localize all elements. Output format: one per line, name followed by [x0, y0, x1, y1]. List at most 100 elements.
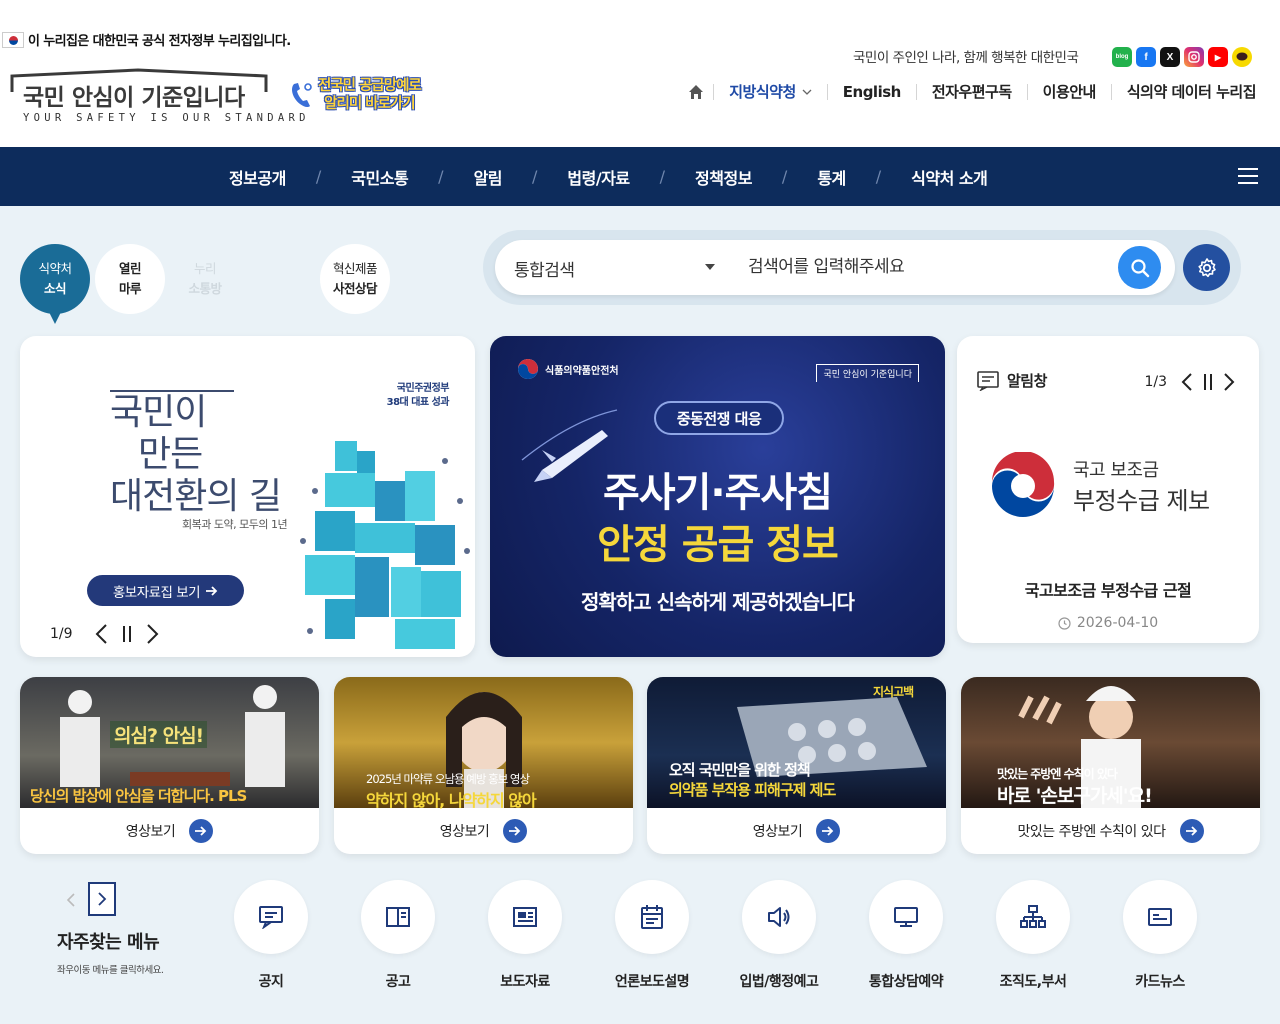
quick-menu-label: 통합상담예약 — [868, 974, 944, 990]
next-icon[interactable] — [1221, 372, 1237, 392]
quick-menu-label: 카드뉴스 — [1135, 974, 1185, 990]
video4-title: 맛있는 주방엔 수칙이 있다 — [997, 767, 1118, 781]
logo-text: 국민 안심이 기준입니다 — [23, 85, 245, 111]
notice-header: 알림창 — [977, 370, 1047, 391]
tab-label-line2: 사전상담 — [332, 281, 378, 296]
usage-guide-link[interactable]: 이용안내 — [1026, 84, 1111, 100]
gnb-item-news[interactable]: 알림 — [474, 165, 503, 189]
quick-menu-press-explanation[interactable]: 언론보도설명 — [592, 880, 712, 991]
english-link[interactable]: English — [826, 84, 916, 100]
quick-menu-label: 공지 — [258, 974, 284, 990]
video3-tag: 지식고백 — [873, 685, 914, 699]
utility-nav: 지방식약청 English 전자우편구독 이용안내 식의약 데이터 누리집 — [687, 79, 1257, 105]
quick-menu-notice[interactable]: 공지 — [211, 880, 331, 991]
quick-menu-label: 조직도,부서 — [999, 974, 1067, 990]
video1-caption-label: 영상보기 — [125, 824, 176, 840]
notice-date-value: 2026-04-10 — [1076, 615, 1159, 631]
quick-menu-announcement[interactable]: 공고 — [338, 880, 458, 991]
arrow-circle-icon[interactable] — [816, 819, 841, 843]
promo1-corner-line1: 국민주권정부 — [396, 383, 450, 394]
quick-menu-label: 언론보도설명 — [614, 974, 690, 990]
video2-caption-label: 영상보기 — [439, 824, 490, 840]
tab-innovation-consult[interactable]: 혁신제품 사전상담 — [320, 244, 390, 314]
video-caption: 맛있는 주방엔 수칙이 있다 — [961, 808, 1260, 854]
pause-icon[interactable] — [1203, 373, 1213, 391]
notice-title[interactable]: 국고보조금 부정수급 근절 — [957, 577, 1259, 601]
youtube-icon[interactable]: ▶ — [1208, 47, 1228, 67]
data-portal-link[interactable]: 식의약 데이터 누리집 — [1110, 84, 1257, 100]
quick-menu-press-release[interactable]: 보도자료 — [465, 880, 585, 991]
arrow-circle-icon[interactable] — [1179, 819, 1204, 843]
gnb-item-info[interactable]: 정보공개 — [229, 165, 286, 189]
promo2-tag: 중동전쟁 대응 — [654, 401, 784, 435]
gnb-item-policy[interactable]: 정책정보 — [695, 165, 752, 189]
search-settings-button[interactable] — [1183, 244, 1230, 291]
video3-title: 오직 국민만을 위한 정책 — [669, 761, 811, 779]
blog-icon[interactable]: blog — [1112, 47, 1132, 67]
next-menu-button[interactable] — [88, 882, 116, 916]
video-card-3[interactable]: 지식고백 오직 국민만을 위한 정책 의약품 부작용 피해구제 제도 영상보기 — [647, 677, 946, 854]
prev-icon[interactable] — [1179, 372, 1195, 392]
regional-office-dropdown[interactable]: 지방식약청 — [713, 84, 827, 100]
facebook-icon[interactable]: f — [1136, 47, 1156, 67]
caret-down-icon[interactable] — [705, 264, 715, 270]
notice-image-text: 국고 보조금 부정수급 제보 — [1073, 456, 1210, 516]
gov-banner-text: 이 누리집은 대한민국 공식 전자정부 누리집입니다. — [28, 34, 291, 49]
prev-icon[interactable] — [93, 623, 113, 645]
site-logo[interactable]: 국민 안심이 기준입니다 YOUR SAFETY IS OUR STANDARD — [10, 68, 305, 126]
video-card-2[interactable]: 2025년 마약류 오남용 예방 홍보 영상 약하지 않아, 나약하지 않아 영… — [334, 677, 633, 854]
gnb-item-about[interactable]: 식약처 소개 — [911, 165, 988, 189]
org-chart-icon — [996, 880, 1070, 954]
gnb-separator: / — [875, 167, 882, 186]
search-box: 통합검색 — [495, 240, 1175, 295]
gnb-item-laws[interactable]: 법령/자료 — [567, 165, 630, 189]
kakaotalk-icon[interactable] — [1232, 47, 1252, 67]
notice-icon — [234, 880, 308, 954]
quick-menu-card-news[interactable]: 카드뉴스 — [1100, 880, 1220, 991]
hamburger-menu-icon[interactable] — [1238, 167, 1258, 185]
quick-menu-org-chart[interactable]: 조직도,부서 — [973, 880, 1093, 991]
promo2-org: 식품의약품안전처 — [517, 358, 619, 380]
video-card-4[interactable]: 맛있는 주방엔 수칙이 있다 바로 '손보구가세'요! 맛있는 주방엔 수칙이 … — [961, 677, 1260, 854]
tab-label-line2: 소식 — [43, 281, 67, 296]
tab-mfds-news[interactable]: 식약처 소식 — [20, 244, 90, 324]
gnb-item-communication[interactable]: 국민소통 — [351, 165, 408, 189]
search-icon — [1130, 258, 1149, 277]
home-icon[interactable] — [687, 83, 705, 101]
chevron-left-icon[interactable] — [66, 893, 76, 907]
arrow-circle-icon[interactable] — [503, 819, 528, 843]
tab-label-line1: 열린 — [118, 261, 142, 276]
email-subscribe-link[interactable]: 전자우편구독 — [915, 84, 1027, 100]
video2-title: 2025년 마약류 오남용 예방 홍보 영상 — [366, 772, 530, 786]
search-category-select[interactable]: 통합검색 — [514, 256, 575, 281]
search-button[interactable] — [1118, 246, 1161, 289]
notice-board-icon — [977, 370, 999, 391]
x-icon[interactable]: X — [1160, 47, 1180, 67]
quick-menu-consult-booking[interactable]: 통합상담예약 — [846, 880, 966, 991]
gear-icon — [1197, 257, 1216, 277]
video-thumbnail: 지식고백 오직 국민만을 위한 정책 의약품 부작용 피해구제 제도 — [647, 677, 946, 808]
notice-card[interactable]: 알림창 1/3 국고 보조금 부정수급 제보 국고보조금 부정수급 근절 202… — [957, 336, 1259, 643]
gnb-item-stats[interactable]: 통계 — [817, 165, 846, 189]
promo-card-achievements[interactable]: 국민이 만든 대전환의 길 회복과 도약, 모두의 1년 국민주권정부 38대 … — [20, 336, 475, 657]
frequent-menu-title: 자주찾는 메뉴 — [57, 932, 160, 953]
brochure-button[interactable]: 홍보자료집 보기 — [87, 575, 244, 606]
tab-open-maru[interactable]: 열린 마루 — [95, 244, 165, 314]
quick-menu-legislation[interactable]: 입법/행정예고 — [719, 880, 839, 991]
pause-icon[interactable] — [121, 625, 133, 643]
tab-nuri-communication[interactable]: 누리 소통방 — [170, 244, 240, 314]
speaker-icon — [742, 880, 816, 954]
video-caption: 영상보기 — [334, 808, 633, 854]
promo2-org-name: 식품의약품안전처 — [545, 365, 619, 377]
search-input[interactable] — [748, 252, 1108, 282]
arrow-circle-icon[interactable] — [189, 819, 214, 843]
main-nav: 정보공개 / 국민소통 / 알림 / 법령/자료 / 정책정보 / 통계 / 식… — [0, 147, 1280, 206]
chevron-down-icon — [802, 89, 812, 95]
video-caption: 영상보기 — [647, 808, 946, 854]
promo-card-syringe-supply[interactable]: 식품의약품안전처 국민 안심이 기준입니다 중동전쟁 대응 주사기·주사침 안정… — [490, 336, 945, 657]
instagram-icon[interactable] — [1184, 47, 1204, 67]
next-icon[interactable] — [141, 623, 161, 645]
video-card-1[interactable]: 의심? 안심! 당신의 밥상에 안심을 더합니다. PLS 영상보기 — [20, 677, 319, 854]
tab-label-line2: 소통방 — [188, 281, 222, 296]
supply-alert-link[interactable]: 전국민 공급망예로 알리미 바로가기 — [288, 74, 440, 116]
